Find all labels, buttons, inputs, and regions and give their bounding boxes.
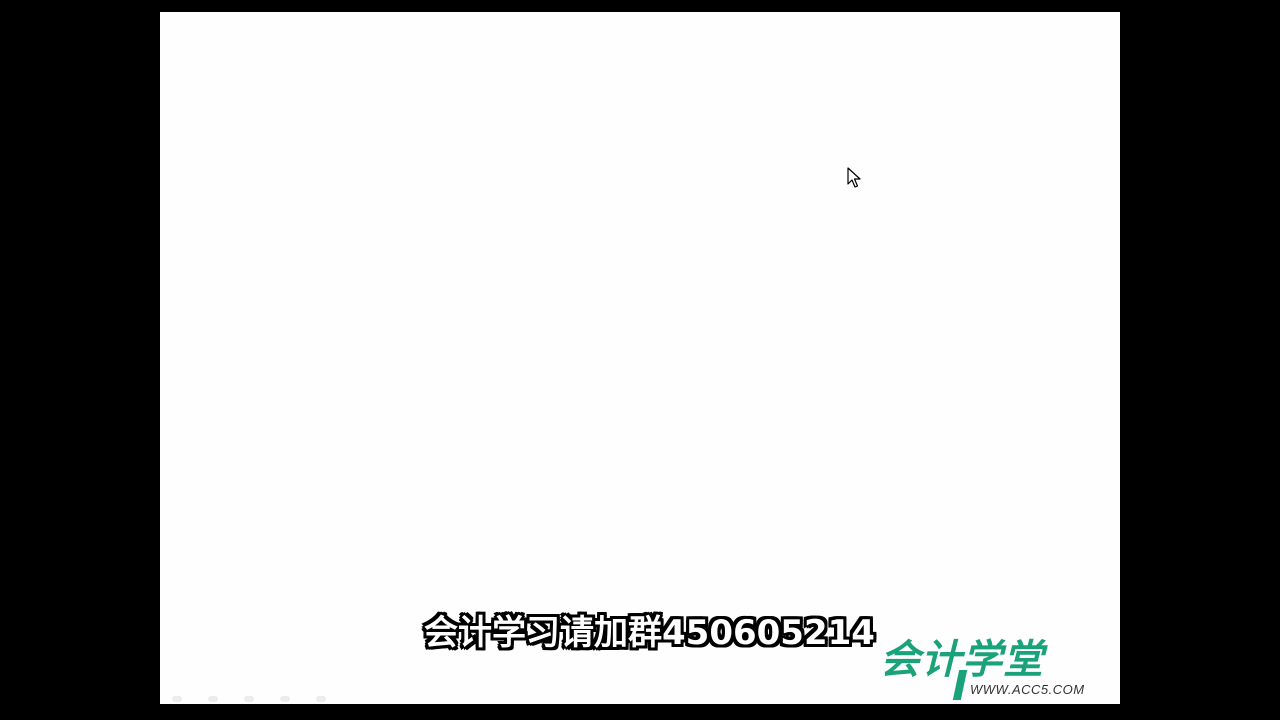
- slide-canvas: 会计学习请加群450605214 会计学堂 WWW.ACC5.COM: [160, 12, 1120, 704]
- watermark-logo: 会计学堂 WWW.ACC5.COM: [880, 638, 1092, 700]
- mouse-pointer-icon: [847, 167, 861, 188]
- nav-dot: [208, 696, 218, 702]
- slide-nav-dots: [172, 696, 372, 704]
- nav-dot: [280, 696, 290, 702]
- video-frame: 会计学习请加群450605214 会计学堂 WWW.ACC5.COM: [0, 0, 1280, 720]
- subtitle-caption: 会计学习请加群450605214: [424, 613, 875, 653]
- nav-dot: [244, 696, 254, 702]
- nav-dot: [316, 696, 326, 702]
- logo-url: WWW.ACC5.COM: [970, 682, 1085, 697]
- nav-dot: [172, 696, 182, 702]
